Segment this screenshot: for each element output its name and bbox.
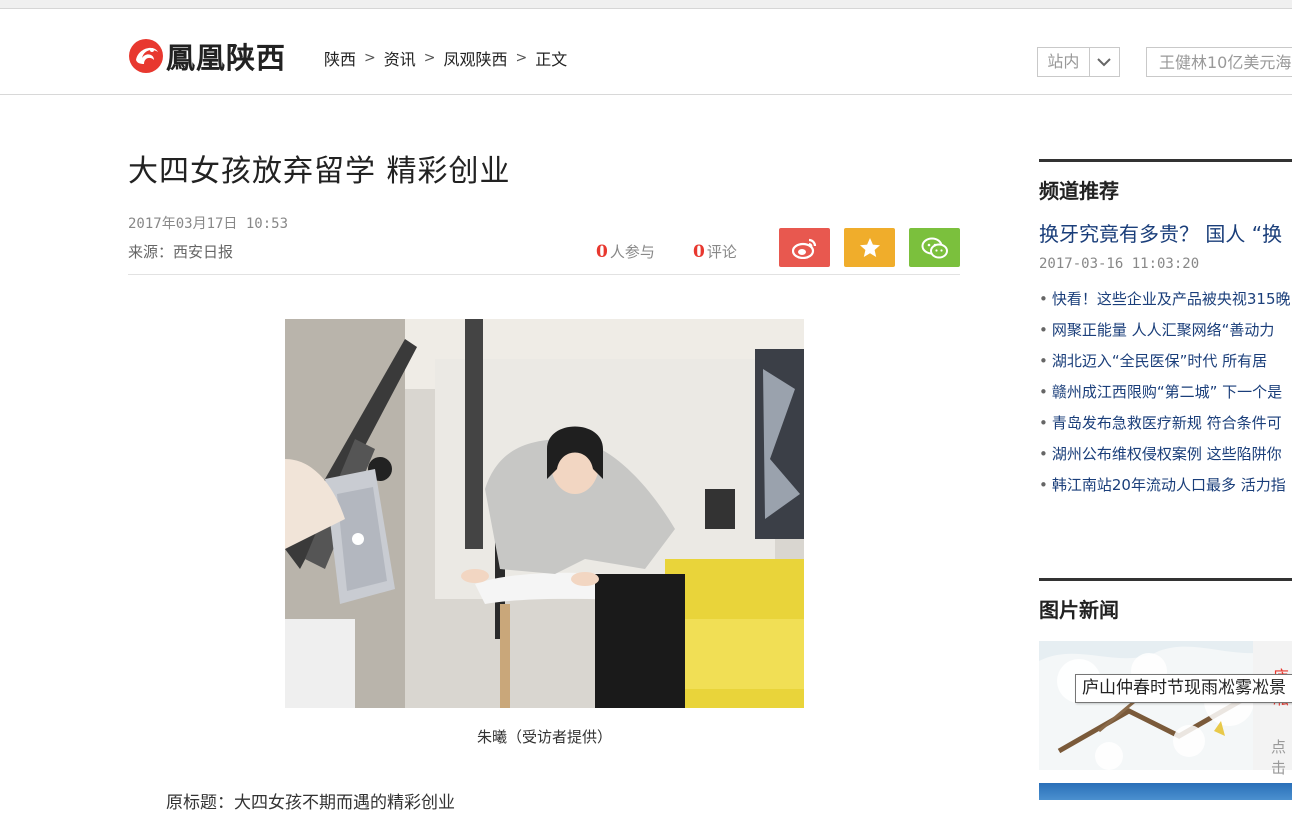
participants-count: 0 [596,242,608,262]
bullet-icon: • [1039,445,1048,463]
participants-link[interactable]: 0 人参与 [596,241,655,262]
chevron-down-icon[interactable] [1088,48,1119,76]
sidebar-rule [1039,578,1292,581]
picture-news-image-2[interactable] [1039,783,1292,800]
news-link[interactable]: 韩江南站20年流动人口最多 活力指 [1052,476,1286,494]
news-link[interactable]: 湖北迈入“全民医保”时代 所有居 [1052,352,1267,370]
bullet-icon: • [1039,414,1048,432]
list-item[interactable]: • 快看！这些企业及产品被央视315晚 [1039,284,1292,315]
list-item[interactable]: • 韩江南站20年流动人口最多 活力指 [1039,470,1292,501]
article-source: 来源：西安日报 [128,243,234,261]
share-wechat-button[interactable] [909,228,960,267]
wechat-icon [921,237,948,258]
list-item[interactable]: • 湖州公布维权侵权案例 这些陷阱你 [1039,439,1292,470]
channel-recommend-heading: 频道推荐 [1039,179,1119,203]
list-item[interactable]: • 青岛发布急救医疗新规 符合条件可 [1039,408,1292,439]
list-item[interactable]: • 湖北迈入“全民医保”时代 所有居 [1039,346,1292,377]
star-icon [859,237,880,257]
browser-top-strip [0,0,1292,9]
channel-news-list: • 快看！这些企业及产品被央视315晚 • 网聚正能量 人人汇聚网络“善动力 • 湖北… [1039,284,1292,501]
pic-click-label: 点击 [1271,738,1287,777]
bullet-icon: • [1039,321,1048,339]
article-date: 2017年03月17日 10:53 [128,216,289,232]
breadcrumb-news[interactable]: 资讯 [384,46,416,70]
article-photo [285,319,804,708]
article-title: 大四女孩放弃留学 精彩创业 [128,154,511,189]
news-link[interactable]: 湖州公布维权侵权案例 这些陷阱你 [1052,445,1282,463]
article-body-first-line: 原标题：大四女孩不期而遇的精彩创业 [166,793,455,813]
news-link[interactable]: 赣州成江西限购“第二城” 下一个是 [1052,383,1282,401]
bullet-icon: • [1039,383,1048,401]
phoenix-logo-icon [129,39,163,73]
hover-tooltip: 庐山仲春时节现雨凇雾凇景 [1075,674,1292,703]
list-item[interactable]: • 赣州成江西限购“第二城” 下一个是 [1039,377,1292,408]
featured-article-link[interactable]: 换牙究竟有多贵？ 国人 “换 [1039,218,1282,247]
breadcrumb-fengguan[interactable]: 凤观陕西 [444,46,508,70]
participants-label: 人参与 [609,243,655,261]
breadcrumb-separator-icon: > [364,50,376,66]
featured-article-time: 2017-03-16 11:03:20 [1039,256,1200,272]
breadcrumb: 陕西 > 资讯 > 凤观陕西 > 正文 [324,46,567,70]
weibo-icon [791,238,816,259]
favorite-button[interactable] [844,228,895,267]
breadcrumb-shaanxi[interactable]: 陕西 [324,46,356,70]
search-field[interactable] [1146,47,1292,77]
news-link[interactable]: 网聚正能量 人人汇聚网络“善动力 [1052,321,1275,339]
article-meta-divider [128,274,960,275]
news-link[interactable]: 快看！这些企业及产品被央视315晚 [1052,290,1291,308]
breadcrumb-separator-icon: > [423,50,436,66]
bullet-icon: • [1039,290,1048,308]
bullet-icon: • [1039,352,1048,370]
picture-news-caption-panel[interactable]: 庐 凇 点击 [1253,641,1292,777]
search-input[interactable] [1147,48,1292,76]
logo-text: 鳳凰陕西 [166,41,287,75]
comments-label: 评论 [706,243,737,261]
share-weibo-button[interactable] [779,228,830,267]
search-scope-value: 站内 [1047,52,1080,71]
photo-caption: 朱曦（受访者提供） [476,728,612,746]
sidebar-rule [1039,159,1292,162]
picture-news-heading: 图片新闻 [1039,598,1119,622]
search-scope-select[interactable]: 站内 [1037,47,1120,77]
news-link[interactable]: 青岛发布急救医疗新规 符合条件可 [1052,414,1282,432]
list-item[interactable]: • 网聚正能量 人人汇聚网络“善动力 [1039,315,1292,346]
breadcrumb-current: 正文 [535,50,568,69]
site-logo[interactable]: 鳳凰陕西 [128,38,287,75]
bullet-icon: • [1039,476,1048,494]
breadcrumb-separator-icon: > [515,50,528,66]
comments-count: 0 [693,242,705,262]
comments-link[interactable]: 0 评论 [693,241,737,262]
